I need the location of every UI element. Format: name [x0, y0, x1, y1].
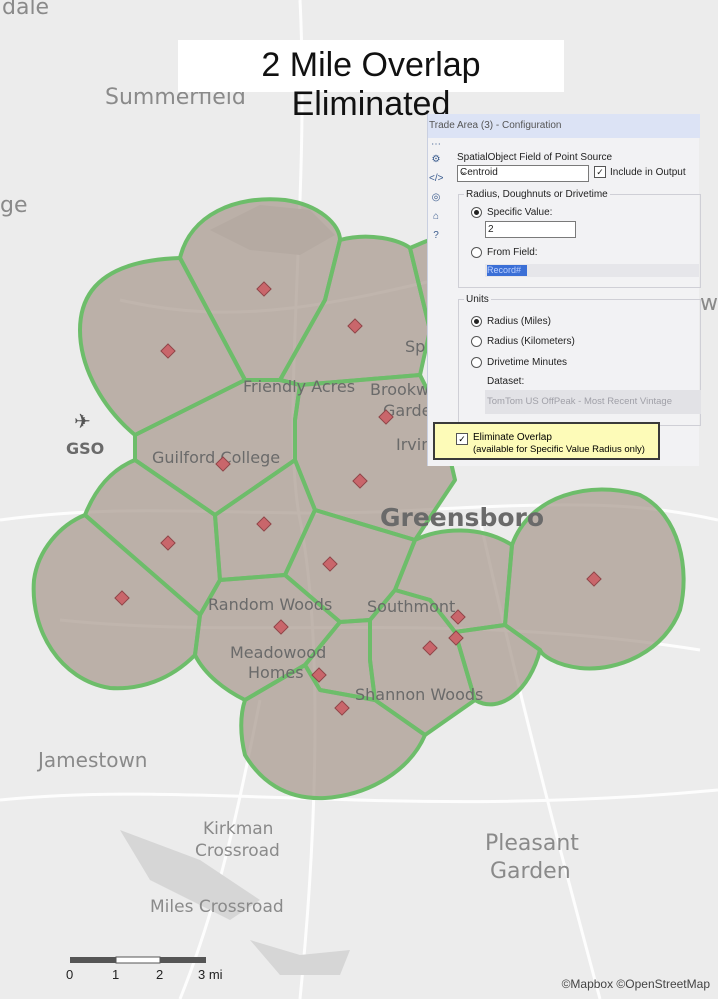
place-label: Garden [490, 859, 571, 884]
unit-drive-label: Drivetime Minutes [487, 357, 568, 368]
tag-icon[interactable]: ⌂ [429, 210, 443, 224]
scale-label: 0 [66, 967, 73, 982]
place-label: dale [2, 0, 49, 20]
place-label: Kirkman [203, 819, 273, 839]
specific-value-label: Specific Value: [487, 207, 553, 218]
radius-group-label: Radius, Doughnuts or Drivetime [464, 189, 610, 200]
units-group-label: Units [464, 294, 491, 305]
eliminate-overlap-note: (available for Specific Value Radius onl… [473, 444, 645, 455]
page-title: 2 Mile Overlap Eliminated [261, 46, 481, 123]
scale-label: 1 [112, 967, 119, 982]
place-label: w [700, 291, 718, 316]
place-label: ge [0, 193, 28, 218]
scale-label: 3 mi [198, 967, 222, 982]
chevron-down-icon: ⌄ [460, 166, 468, 176]
place-label: Miles Crossroad [150, 897, 284, 917]
include-output-label: Include in Output [610, 167, 686, 178]
unit-km-label: Radius (Kilometers) [487, 336, 575, 347]
from-field-radio[interactable] [471, 247, 482, 258]
spatial-field-label: SpatialObject Field of Point Source [457, 152, 613, 163]
from-field-label: From Field: [487, 247, 538, 258]
place-label: Meadowood [230, 643, 326, 662]
unit-miles-radio[interactable] [471, 316, 482, 327]
specific-value-text: 2 [488, 224, 494, 235]
config-panel-header: Trade Area (3) - Configuration [428, 114, 700, 138]
place-label: Random Woods [208, 595, 332, 614]
dataset-select[interactable]: TomTom US OffPeak - Most Recent Vintage [485, 390, 701, 414]
eliminate-overlap-checkbox[interactable]: ✓ [456, 433, 468, 445]
airplane-icon: ✈ [74, 411, 91, 433]
help-icon[interactable]: ? [429, 229, 443, 243]
unit-drive-radio[interactable] [471, 357, 482, 368]
place-label: GSO [66, 439, 104, 458]
map-attribution[interactable]: ©Mapbox ©OpenStreetMap [562, 977, 710, 991]
unit-km-radio[interactable] [471, 336, 482, 347]
scale-bar: 0 1 2 3 mi [66, 956, 222, 982]
place-label: Sp [405, 337, 425, 356]
title-banner: 2 Mile Overlap Eliminated [178, 40, 564, 123]
place-label: Southmont [367, 597, 455, 616]
code-icon[interactable]: </> [429, 172, 443, 186]
scale-label: 2 [156, 967, 163, 982]
place-label: Shannon Woods [355, 685, 483, 704]
target-icon[interactable]: ◎ [429, 191, 443, 205]
eliminate-overlap-highlight: ✓ Eliminate Overlap (available for Speci… [433, 422, 660, 460]
place-label: Jamestown [36, 748, 147, 772]
dataset-label: Dataset: [487, 376, 525, 387]
config-panel: Trade Area (3) - Configuration ⋯ ⚙ </> ◎… [427, 114, 701, 466]
config-toolbar: ⋯ ⚙ </> ◎ ⌂ ? [428, 138, 444, 278]
specific-value-radio[interactable] [471, 207, 482, 218]
specific-value-input[interactable]: 2 [485, 221, 576, 238]
place-label: Pleasant [485, 831, 579, 856]
place-label: Crossroad [195, 841, 280, 861]
place-label: Greensboro [380, 503, 544, 532]
more-icon[interactable]: ⋯ [429, 138, 443, 152]
from-field-value: Record# [487, 265, 527, 276]
unit-miles-label: Radius (Miles) [487, 316, 551, 327]
eliminate-overlap-label: Eliminate Overlap [473, 432, 552, 443]
place-label: Homes [248, 663, 304, 682]
place-label: Friendly Acres [243, 377, 355, 396]
from-field-select[interactable]: Record# [485, 264, 699, 277]
spatial-field-select[interactable]: Centroid ⌄ [457, 165, 589, 182]
include-output-checkbox[interactable]: ✓ [594, 166, 606, 178]
gear-icon[interactable]: ⚙ [429, 153, 443, 167]
